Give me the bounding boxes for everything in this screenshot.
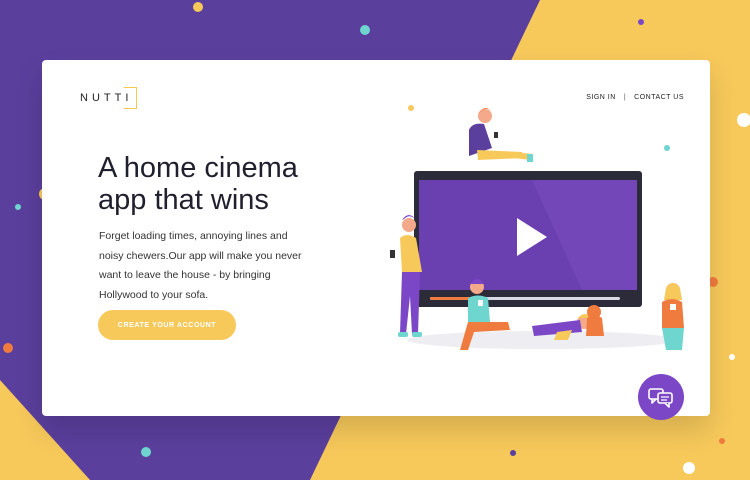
desc-line-2: noisy chewers.Our app will make you neve… — [99, 249, 302, 262]
hero-headline: A home cinema app that wins — [98, 152, 358, 216]
logo[interactable]: NUTTI — [80, 87, 138, 109]
hero-description: Forget loading times, annoying lines and… — [99, 227, 329, 305]
chat-bubbles-icon — [648, 388, 673, 408]
desc-line-4: Hollywood to your sofa. — [99, 288, 209, 301]
main-card: NUTTI SIGN IN | CONTACT US A home cinema… — [42, 60, 710, 416]
headline-line-2: app that wins — [98, 184, 269, 216]
create-account-button[interactable]: CREATE YOUR ACCOUNT — [98, 310, 236, 340]
logo-bracket — [124, 87, 138, 109]
headline-line-1: A home cinema — [98, 152, 298, 184]
desc-line-3: want to leave the house - by bringing — [99, 269, 271, 281]
chat-button[interactable] — [638, 374, 684, 420]
hero-illustration — [390, 105, 684, 350]
desc-line-1: Forget loading times, annoying lines and — [99, 230, 288, 242]
